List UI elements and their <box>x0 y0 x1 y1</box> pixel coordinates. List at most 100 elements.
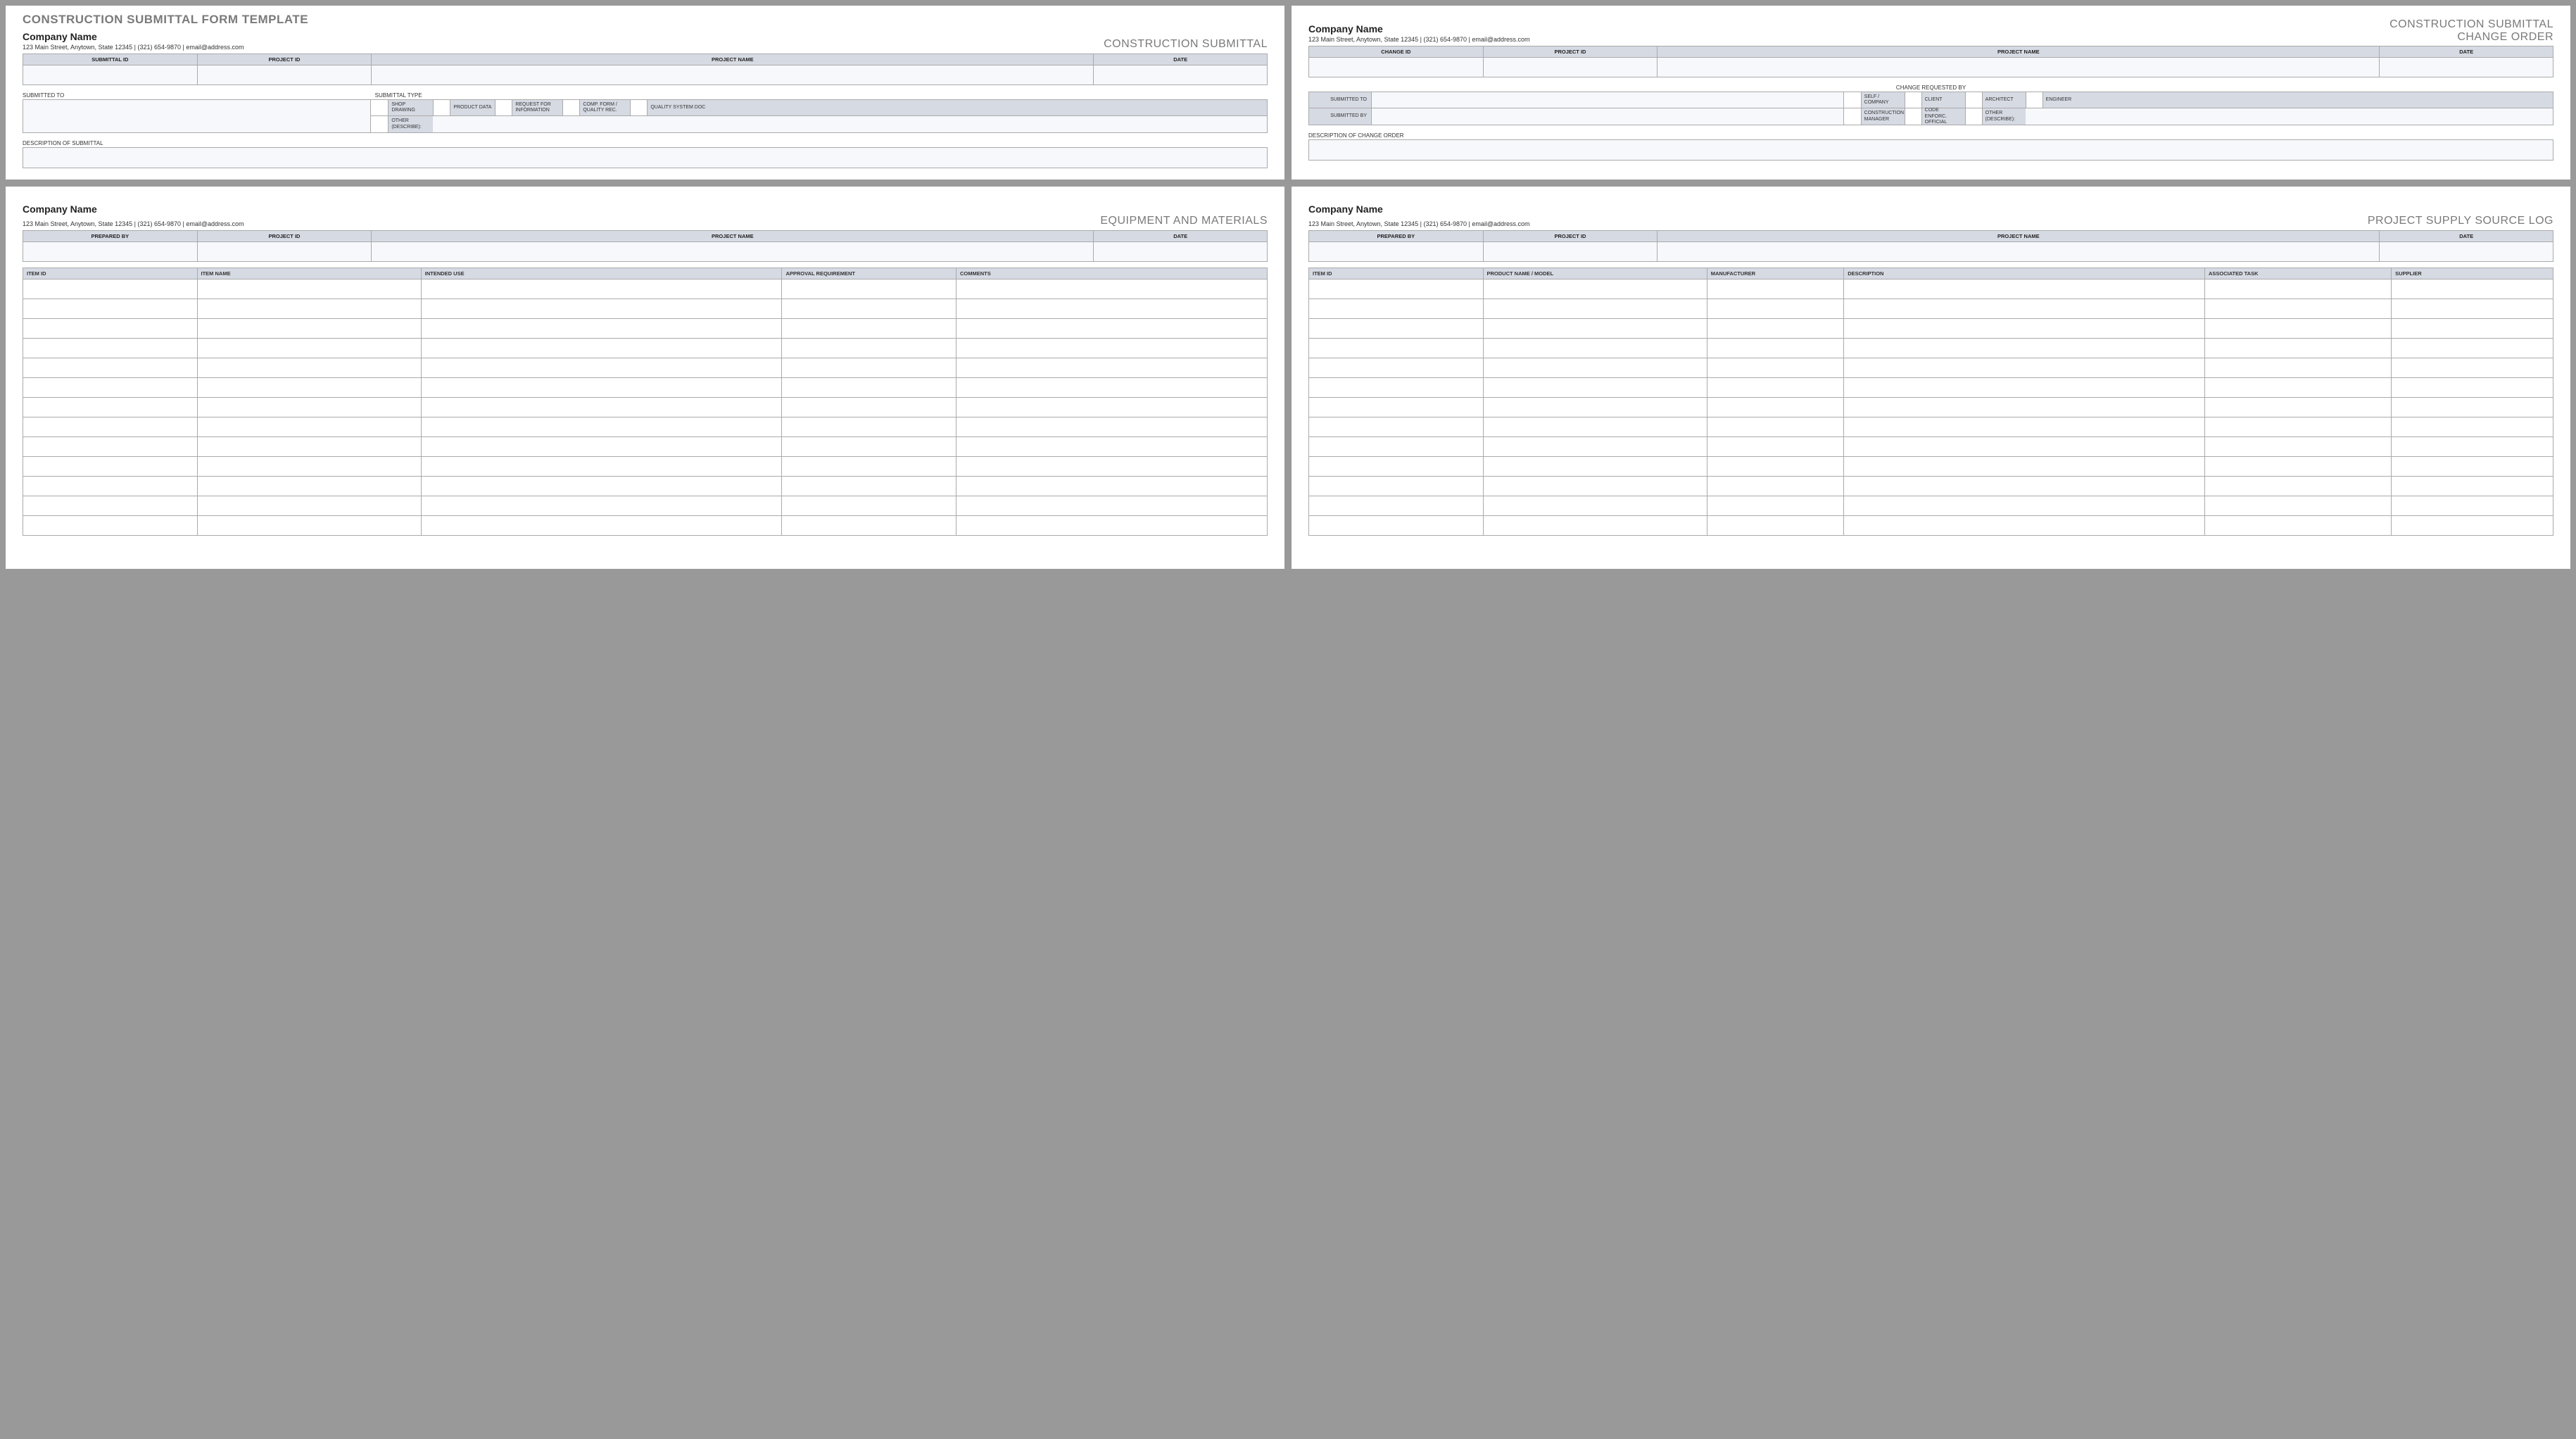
checkbox-engineer[interactable] <box>2026 92 2043 108</box>
checkbox-shop-drawing[interactable] <box>371 99 388 116</box>
company-name: Company Name <box>23 31 244 42</box>
label-requested-by: CHANGE REQUESTED BY <box>1308 84 2553 91</box>
company-address: 123 Main Street, Anytown, State 12345 | … <box>23 220 244 227</box>
equipment-table: ITEM ID ITEM NAME INTENDED USE APPROVAL … <box>23 268 1268 536</box>
input-row <box>1308 58 2553 77</box>
col-product: PRODUCT NAME / MODEL <box>1483 268 1707 279</box>
checkbox-comp[interactable] <box>562 99 579 116</box>
input-prepared-by[interactable] <box>1308 242 1483 262</box>
checkbox-self[interactable] <box>1844 92 1861 108</box>
col-comments: COMMENTS <box>956 268 1267 279</box>
doc-type-equipment: EQUIPMENT AND MATERIALS <box>1100 215 1268 227</box>
checkbox-other[interactable] <box>371 116 388 133</box>
checkbox-product-data[interactable] <box>433 99 450 116</box>
company-address: 123 Main Street, Anytown, State 12345 | … <box>1308 36 1530 43</box>
input-submitted-to[interactable] <box>23 99 371 133</box>
table-row <box>1309 318 2553 338</box>
checkbox-rfi[interactable] <box>495 99 512 116</box>
company-address: 123 Main Street, Anytown, State 12345 | … <box>23 44 244 51</box>
table-row <box>23 436 1268 456</box>
input-submitted-by[interactable] <box>1372 108 1844 125</box>
col-item-name: ITEM NAME <box>197 268 421 279</box>
table-row <box>1309 476 2553 496</box>
checkbox-cm[interactable] <box>1844 108 1861 125</box>
input-project-name[interactable] <box>1657 242 2379 262</box>
header-row: CHANGE ID PROJECT ID PROJECT NAME DATE <box>1308 46 2553 58</box>
hdr-project-name: PROJECT NAME <box>1657 46 2379 58</box>
table-row <box>23 299 1268 318</box>
hdr-project-name: PROJECT NAME <box>371 230 1093 242</box>
label-engineer: ENGINEER <box>2043 92 2553 108</box>
input-change-id[interactable] <box>1308 58 1483 77</box>
label-submittal-type: SUBMITTAL TYPE <box>375 92 422 99</box>
checkbox-architect[interactable] <box>1965 92 1982 108</box>
template-grid: CONSTRUCTION SUBMITTAL FORM TEMPLATE Com… <box>6 6 2570 569</box>
input-project-name[interactable] <box>371 242 1093 262</box>
input-project-id[interactable] <box>1483 58 1658 77</box>
input-submittal-id[interactable] <box>23 65 197 85</box>
col-manufacturer: MANUFACTURER <box>1707 268 1843 279</box>
label-description: DESCRIPTION OF SUBMITTAL <box>23 140 1268 146</box>
input-date[interactable] <box>2379 58 2553 77</box>
label-other: OTHER (DESCRIBE): <box>1982 108 2026 125</box>
input-date[interactable] <box>1093 65 1268 85</box>
table-row <box>23 279 1268 299</box>
table-row <box>23 338 1268 358</box>
input-project-id[interactable] <box>197 65 372 85</box>
label-architect: ARCHITECT <box>1982 92 2026 108</box>
table-row <box>1309 436 2553 456</box>
label-client: CLIENT <box>1921 92 1965 108</box>
checkbox-other[interactable] <box>1965 108 1982 125</box>
label-code: CODE ENFORC. OFFICIAL <box>1921 108 1965 125</box>
input-project-name[interactable] <box>1657 58 2379 77</box>
hdr-project-name: PROJECT NAME <box>371 54 1093 65</box>
input-project-name[interactable] <box>371 65 1093 85</box>
table-row <box>1309 358 2553 377</box>
label-cm: CONSTRUCTION MANAGER <box>1861 108 1905 125</box>
table-row <box>1309 515 2553 535</box>
input-other-desc[interactable] <box>433 116 1268 133</box>
table-row <box>23 476 1268 496</box>
label-quality: QUALITY SYSTEM DOC <box>647 99 1268 116</box>
input-description[interactable] <box>1308 139 2553 161</box>
table-row <box>1309 279 2553 299</box>
hdr-prepared-by: PREPARED BY <box>23 230 197 242</box>
doc-type-line1: CONSTRUCTION SUBMITTAL <box>2389 18 2553 31</box>
supply-table: ITEM ID PRODUCT NAME / MODEL MANUFACTURE… <box>1308 268 2553 536</box>
input-description[interactable] <box>23 147 1268 168</box>
table-row <box>23 456 1268 476</box>
table-row <box>23 318 1268 338</box>
hdr-date: DATE <box>2379 230 2553 242</box>
label-product-data: PRODUCT DATA <box>450 99 495 116</box>
table-row <box>23 417 1268 436</box>
col-description: DESCRIPTION <box>1844 268 2205 279</box>
header-row: SUBMITTAL ID PROJECT ID PROJECT NAME DAT… <box>23 54 1268 65</box>
doc-type-change-order: CONSTRUCTION SUBMITTAL CHANGE ORDER <box>2389 18 2553 43</box>
doc-type-line2: CHANGE ORDER <box>2389 31 2553 44</box>
panel-submittal: CONSTRUCTION SUBMITTAL FORM TEMPLATE Com… <box>6 6 1284 180</box>
input-submitted-to[interactable] <box>1372 92 1844 108</box>
input-project-id[interactable] <box>1483 242 1658 262</box>
table-row <box>23 358 1268 377</box>
hdr-submittal-id: SUBMITTAL ID <box>23 54 197 65</box>
label-shop-drawing: SHOP DRAWING <box>388 99 433 116</box>
equipment-tbody <box>23 279 1268 535</box>
input-date[interactable] <box>1093 242 1268 262</box>
input-date[interactable] <box>2379 242 2553 262</box>
input-project-id[interactable] <box>197 242 372 262</box>
checkbox-code[interactable] <box>1905 108 1921 125</box>
label-description: DESCRIPTION OF CHANGE ORDER <box>1308 132 2553 139</box>
panel-equipment: Company Name 123 Main Street, Anytown, S… <box>6 187 1284 569</box>
doc-type-supply: PROJECT SUPPLY SOURCE LOG <box>2368 215 2553 227</box>
input-prepared-by[interactable] <box>23 242 197 262</box>
input-other-desc[interactable] <box>2026 108 2553 125</box>
col-supplier: SUPPLIER <box>2392 268 2553 279</box>
supply-tbody <box>1309 279 2553 535</box>
col-approval: APPROVAL REQUIREMENT <box>782 268 956 279</box>
checkbox-quality[interactable] <box>630 99 647 116</box>
table-row <box>23 496 1268 515</box>
checkbox-client[interactable] <box>1905 92 1921 108</box>
hdr-date: DATE <box>1093 54 1268 65</box>
col-item-id: ITEM ID <box>1309 268 1484 279</box>
table-row <box>1309 496 2553 515</box>
